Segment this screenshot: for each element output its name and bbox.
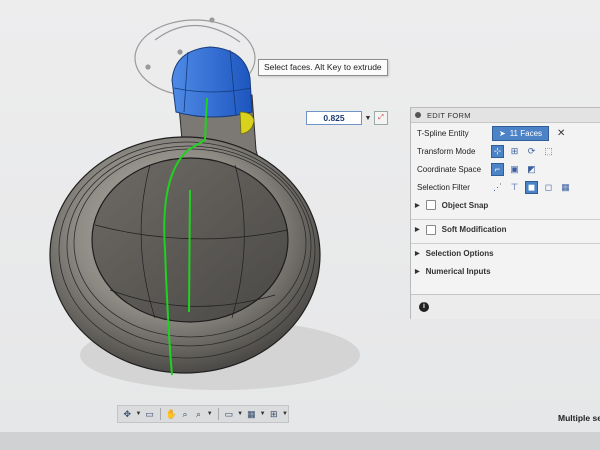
object-snap-label: Object Snap xyxy=(441,200,489,210)
edit-form-panel: EDIT FORM T-Spline Entity ➤ 11 Faces ✕ T… xyxy=(410,107,600,319)
look-at-icon[interactable]: ▭ xyxy=(144,409,154,420)
selection-options-label: Selection Options xyxy=(425,249,494,258)
tspline-entity-row: T-Spline Entity ➤ 11 Faces ✕ xyxy=(417,125,565,141)
numerical-inputs-section[interactable]: ▶ Numerical Inputs xyxy=(411,261,600,281)
navigation-toolbar: ✥ ▼ ▭ ✋ ⌕ ⌕ ▼ ▭ ▼ ▦ ▼ ⊞ ▼ xyxy=(117,405,289,423)
value-input[interactable]: 0.825 xyxy=(306,111,362,125)
display-icon[interactable]: ▭ xyxy=(224,409,234,420)
body-filter-icon[interactable]: ◻ xyxy=(543,182,554,193)
manipulator-icon[interactable]: ⤢ xyxy=(374,111,388,125)
soft-modification-section[interactable]: ▶ Soft Modification xyxy=(411,219,600,239)
expand-icon[interactable]: ▶ xyxy=(415,226,420,233)
tooltip: Select faces. Alt Key to extrude xyxy=(258,59,388,76)
expand-icon[interactable]: ▶ xyxy=(415,202,420,209)
object-snap-section[interactable]: ▶ Object Snap xyxy=(411,195,600,215)
selection-options-section[interactable]: ▶ Selection Options xyxy=(411,243,600,263)
chevron-down-icon[interactable]: ▼ xyxy=(237,411,243,417)
panel-footer: i xyxy=(411,294,600,319)
chevron-down-icon[interactable]: ▼ xyxy=(260,411,266,417)
chevron-down-icon[interactable]: ▼ xyxy=(135,411,141,417)
translate-icon[interactable]: ⊞ xyxy=(509,146,520,157)
expand-icon[interactable]: ▶ xyxy=(415,250,420,257)
info-icon[interactable]: i xyxy=(419,302,429,312)
zoom-icon[interactable]: ⌕ xyxy=(180,409,190,420)
orbit-icon[interactable]: ✥ xyxy=(122,409,132,420)
face-filter-icon[interactable]: ◼ xyxy=(525,180,538,194)
selection-status-text: Multiple se xyxy=(558,413,600,423)
value-input-group[interactable]: 0.825 ▼ ⤢ xyxy=(306,111,392,125)
object-snap-checkbox[interactable] xyxy=(425,200,436,210)
world-space-icon[interactable]: ⌐ xyxy=(491,162,504,176)
pan-icon[interactable]: ✋ xyxy=(166,409,177,420)
panel-header[interactable]: EDIT FORM xyxy=(411,108,600,123)
collapse-icon[interactable] xyxy=(415,112,421,118)
coordinate-space-label: Coordinate Space xyxy=(417,164,482,174)
status-bar xyxy=(0,432,600,450)
viewport-icon[interactable]: ⊞ xyxy=(269,409,279,420)
all-filter-icon[interactable]: ▦ xyxy=(560,182,571,193)
local-space-icon[interactable]: ◩ xyxy=(526,164,537,175)
chevron-down-icon[interactable]: ▼ xyxy=(207,411,213,417)
cursor-icon: ➤ xyxy=(499,128,506,138)
soft-modification-label: Soft Modification xyxy=(441,225,507,234)
selection-filter-row: Selection Filter ⋰ ⊤ ◼ ◻ ▦ xyxy=(417,179,571,195)
selected-edge-line-inner xyxy=(188,189,191,313)
view-space-icon[interactable]: ▣ xyxy=(509,164,520,175)
faces-selection-label: 11 Faces xyxy=(509,128,543,138)
zoom-window-icon[interactable]: ⌕ xyxy=(193,409,203,420)
faces-selection-button[interactable]: ➤ 11 Faces xyxy=(492,125,550,141)
transform-mode-label: Transform Mode xyxy=(417,146,476,156)
edge-filter-icon[interactable]: ⊤ xyxy=(509,182,520,193)
panel-title: EDIT FORM xyxy=(427,110,471,120)
transform-mode-row: Transform Mode ⊹ ⊞ ⟳ ⬚ xyxy=(417,143,554,159)
expand-icon[interactable]: ▶ xyxy=(415,268,420,275)
chevron-down-icon[interactable]: ▼ xyxy=(364,115,372,122)
numerical-inputs-label: Numerical Inputs xyxy=(425,266,491,276)
close-icon[interactable]: ✕ xyxy=(557,128,565,139)
toolbar-divider xyxy=(217,408,219,420)
coordinate-space-row: Coordinate Space ⌐ ▣ ◩ xyxy=(417,161,537,177)
tspline-entity-label: T-Spline Entity xyxy=(417,128,469,138)
chevron-down-icon[interactable]: ▼ xyxy=(282,411,288,417)
soft-modification-checkbox[interactable] xyxy=(425,224,436,235)
rotate-icon[interactable]: ⟳ xyxy=(526,146,537,157)
multi-transform-icon[interactable]: ⊹ xyxy=(491,144,504,158)
selection-filter-label: Selection Filter xyxy=(417,182,470,192)
toolbar-divider xyxy=(159,408,161,420)
vertex-filter-icon[interactable]: ⋰ xyxy=(492,182,503,193)
grid-icon[interactable]: ▦ xyxy=(246,409,256,420)
scale-icon[interactable]: ⬚ xyxy=(543,146,554,157)
